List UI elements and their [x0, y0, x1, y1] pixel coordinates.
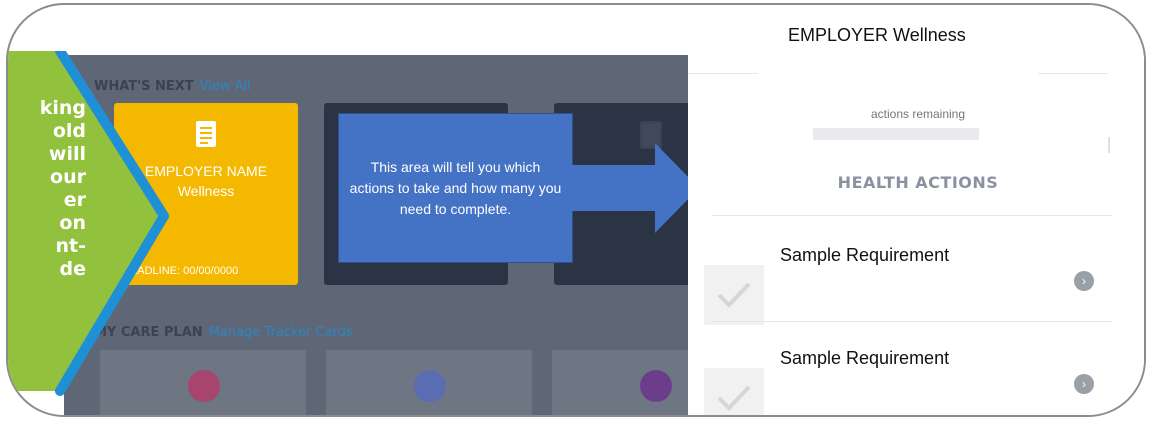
- manage-tracker-link[interactable]: Manage Tracker Cards: [209, 325, 353, 340]
- requirement-row[interactable]: Sample Requirement ›: [704, 348, 1134, 415]
- chevron-callout-text: king old will our er on nt-de: [39, 97, 86, 280]
- view-all-link[interactable]: View All: [200, 79, 251, 94]
- actions-remaining-label: actions remaining: [870, 107, 966, 121]
- checkmark-icon: [704, 265, 764, 325]
- wellness-panel: EMPLOYER Wellness actions remaining HEAL…: [688, 5, 1144, 415]
- care-tile-3[interactable]: [552, 350, 688, 415]
- divider: [1038, 73, 1108, 74]
- clipboard-icon: [188, 370, 220, 402]
- health-actions-heading: HEALTH ACTIONS: [837, 173, 999, 192]
- requirement-label: Sample Requirement: [780, 245, 950, 265]
- checkmark-icon: [704, 368, 764, 415]
- divider: [1108, 137, 1110, 153]
- chevron-right-icon[interactable]: ›: [1074, 271, 1094, 291]
- screenshot-frame: WHAT'S NEXT View All EMPLOYER NAME Wellne…: [6, 3, 1146, 417]
- heart-hands-icon: [414, 370, 446, 402]
- right-arrow-icon: [571, 143, 699, 233]
- requirement-row[interactable]: Sample Requirement ›: [704, 245, 1134, 325]
- document-icon: [196, 121, 216, 147]
- panel-title: EMPLOYER Wellness: [788, 25, 966, 45]
- care-tile-2[interactable]: [326, 350, 532, 415]
- book-icon: [640, 370, 672, 402]
- divider: [688, 73, 758, 74]
- requirement-label: Sample Requirement: [780, 348, 950, 368]
- chevron-right-icon[interactable]: ›: [1074, 374, 1094, 394]
- explanation-callout: This area will tell you which actions to…: [338, 113, 573, 263]
- divider: [712, 321, 1112, 322]
- divider: [712, 215, 1112, 216]
- progress-bar: [813, 128, 979, 140]
